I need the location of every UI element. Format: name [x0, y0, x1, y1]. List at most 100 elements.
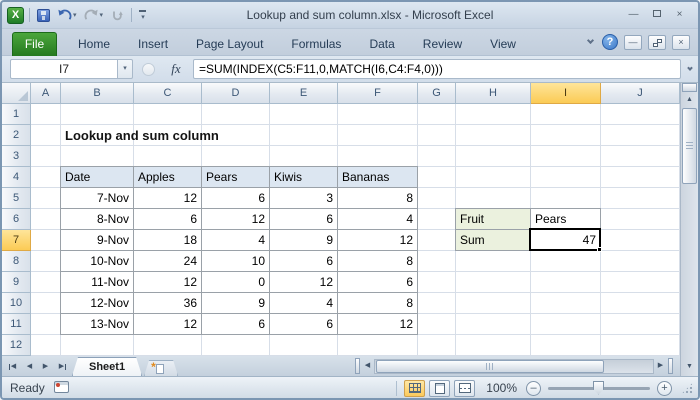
first-sheet-button[interactable]: ◀: [6, 360, 21, 374]
ribbon-tab-home[interactable]: Home: [64, 32, 124, 56]
cell-F7[interactable]: 12: [338, 230, 418, 251]
cell-C11[interactable]: 12: [134, 314, 202, 335]
cell-E8[interactable]: 6: [270, 251, 338, 272]
sheet-tab-sheet1[interactable]: Sheet1: [72, 357, 142, 376]
row-header-5[interactable]: 5: [2, 188, 31, 209]
scrollbar-split-handle[interactable]: [668, 358, 673, 374]
ribbon-tab-formulas[interactable]: Formulas: [277, 32, 355, 56]
cell-F6[interactable]: 4: [338, 209, 418, 230]
cell-E11[interactable]: 6: [270, 314, 338, 335]
row-header-2[interactable]: 2: [2, 125, 31, 146]
row-header-10[interactable]: 10: [2, 293, 31, 314]
vertical-split-handle[interactable]: [682, 83, 697, 92]
page-break-view-button[interactable]: [454, 379, 476, 397]
cell-B11[interactable]: 13-Nov: [61, 314, 134, 335]
cell-E9[interactable]: 12: [270, 272, 338, 293]
zoom-out-button[interactable]: –: [526, 380, 541, 396]
cell-C5[interactable]: 12: [134, 188, 202, 209]
cell-D10[interactable]: 9: [202, 293, 270, 314]
cell-I7[interactable]: 47: [531, 230, 601, 251]
cell-F4[interactable]: Bananas: [338, 167, 418, 188]
close-workbook-button[interactable]: ×: [672, 34, 690, 50]
cell-F10[interactable]: 8: [338, 293, 418, 314]
column-header-F[interactable]: F: [338, 83, 418, 104]
cell-D6[interactable]: 12: [202, 209, 270, 230]
horizontal-scrollbar[interactable]: ◀ ▶: [354, 358, 674, 374]
resize-grip[interactable]: [681, 381, 694, 395]
expand-ribbon-chevron-icon[interactable]: [584, 36, 596, 48]
row-header-12[interactable]: 12: [2, 335, 31, 356]
cell-C8[interactable]: 24: [134, 251, 202, 272]
cell-E10[interactable]: 4: [270, 293, 338, 314]
row-header-9[interactable]: 9: [2, 272, 31, 293]
cell-B9[interactable]: 11-Nov: [61, 272, 134, 293]
cell-B4[interactable]: Date: [61, 167, 134, 188]
zoom-in-button[interactable]: +: [657, 380, 672, 396]
cell-B8[interactable]: 10-Nov: [61, 251, 134, 272]
normal-view-button[interactable]: [404, 379, 426, 397]
last-sheet-button[interactable]: ▶: [54, 360, 69, 374]
restore-window-button[interactable]: [650, 9, 663, 21]
insert-function-button[interactable]: fx: [163, 60, 189, 79]
column-header-C[interactable]: C: [134, 83, 202, 104]
row-header-8[interactable]: 8: [2, 251, 31, 272]
cell-F11[interactable]: 12: [338, 314, 418, 335]
cell-C9[interactable]: 12: [134, 272, 202, 293]
formula-input[interactable]: =SUM(INDEX(C5:F11,0,MATCH(I6,C4:F4,0))): [193, 59, 681, 79]
help-button[interactable]: ?: [602, 34, 618, 50]
cell-H6[interactable]: Fruit: [456, 209, 531, 230]
customize-quick-access-button[interactable]: ▾: [137, 6, 148, 24]
cell-C10[interactable]: 36: [134, 293, 202, 314]
row-header-6[interactable]: 6: [2, 209, 31, 230]
save-button[interactable]: [35, 6, 52, 24]
tab-split-handle[interactable]: [355, 358, 360, 374]
row-header-3[interactable]: 3: [2, 146, 31, 167]
cell-E5[interactable]: 3: [270, 188, 338, 209]
scroll-down-button[interactable]: ▼: [682, 360, 697, 374]
ribbon-tab-view[interactable]: View: [476, 32, 530, 56]
next-sheet-button[interactable]: ▶: [38, 360, 53, 374]
column-header-D[interactable]: D: [202, 83, 270, 104]
cell-B7[interactable]: 9-Nov: [61, 230, 134, 251]
row-header-11[interactable]: 11: [2, 314, 31, 335]
cell-D7[interactable]: 4: [202, 230, 270, 251]
minimize-window-button[interactable]: —: [627, 9, 640, 21]
column-header-I[interactable]: I: [531, 83, 601, 104]
cell-E7[interactable]: 9: [270, 230, 338, 251]
expand-formula-bar-chevron[interactable]: [684, 65, 695, 75]
vertical-scroll-thumb[interactable]: [682, 108, 697, 184]
column-header-J[interactable]: J: [601, 83, 680, 104]
cell-D4[interactable]: Pears: [202, 167, 270, 188]
cell-F8[interactable]: 8: [338, 251, 418, 272]
column-header-A[interactable]: A: [31, 83, 61, 104]
ribbon-tab-page-layout[interactable]: Page Layout: [182, 32, 277, 56]
zoom-slider[interactable]: [548, 380, 650, 395]
cell-B5[interactable]: 7-Nov: [61, 188, 134, 209]
cell-H7[interactable]: Sum: [456, 230, 531, 251]
zoom-slider-thumb[interactable]: [593, 380, 604, 395]
vertical-scrollbar[interactable]: ▲ ▼: [680, 83, 698, 376]
cell-E6[interactable]: 6: [270, 209, 338, 230]
cell-D11[interactable]: 6: [202, 314, 270, 335]
horizontal-scroll-track[interactable]: [374, 358, 654, 374]
horizontal-scroll-thumb[interactable]: [376, 359, 604, 373]
cell-B10[interactable]: 12-Nov: [61, 293, 134, 314]
cell-D5[interactable]: 6: [202, 188, 270, 209]
column-header-G[interactable]: G: [418, 83, 456, 104]
cell-E4[interactable]: Kiwis: [270, 167, 338, 188]
restore-workbook-button[interactable]: [648, 34, 666, 50]
select-all-button[interactable]: [2, 83, 31, 104]
column-header-B[interactable]: B: [61, 83, 134, 104]
scroll-right-button[interactable]: ▶: [654, 358, 667, 374]
scroll-up-button[interactable]: ▲: [682, 93, 697, 107]
undo-dropdown-icon[interactable]: ▾: [73, 11, 77, 19]
cell-D9[interactable]: 0: [202, 272, 270, 293]
row-header-4[interactable]: 4: [2, 167, 31, 188]
cell-I6[interactable]: Pears: [531, 209, 601, 230]
page-layout-view-button[interactable]: [429, 379, 451, 397]
file-tab[interactable]: File: [12, 32, 57, 56]
cell-C4[interactable]: Apples: [134, 167, 202, 188]
cell-F9[interactable]: 6: [338, 272, 418, 293]
row-header-1[interactable]: 1: [2, 104, 31, 125]
ribbon-tab-insert[interactable]: Insert: [124, 32, 182, 56]
